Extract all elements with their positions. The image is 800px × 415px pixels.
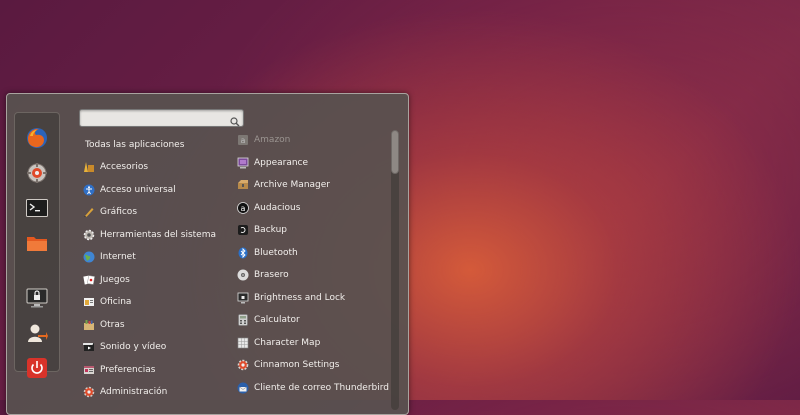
app-label: Brasero	[254, 270, 289, 281]
app-label: Character Map	[254, 337, 321, 348]
category-all[interactable]: Todas las aplicaciones	[79, 134, 229, 156]
brightness-lock-icon	[237, 292, 249, 304]
preferences-icon	[83, 364, 95, 376]
sound-video-icon	[83, 341, 95, 353]
archive-manager-icon	[237, 179, 249, 191]
category-list: Todas las aplicaciones Accesorios Acceso…	[79, 134, 229, 404]
category-label: Administración	[100, 387, 168, 398]
category-label: Herramientas del sistema	[100, 229, 217, 240]
app-label: Brightness and Lock	[254, 292, 346, 303]
category-item-oficina[interactable]: Oficina	[79, 291, 229, 314]
svg-text:a: a	[241, 136, 246, 145]
category-all-label: Todas las aplicaciones	[85, 140, 185, 150]
category-item-juegos[interactable]: Juegos	[79, 269, 229, 292]
terminal-icon	[26, 199, 48, 217]
backup-icon	[237, 224, 249, 236]
appearance-icon	[237, 157, 249, 169]
app-item-character-map[interactable]: Character Map	[233, 332, 388, 355]
scrollbar-thumb[interactable]	[391, 130, 399, 174]
app-item-cinnamon-settings[interactable]: Cinnamon Settings	[233, 354, 388, 377]
app-label: Archive Manager	[254, 180, 330, 191]
search-box[interactable]	[79, 109, 244, 127]
category-label: Accesorios	[100, 162, 149, 173]
files-icon	[27, 237, 47, 251]
accessories-icon	[83, 161, 95, 173]
app-label: Cinnamon Settings	[254, 360, 340, 371]
search-input[interactable]	[84, 110, 224, 126]
bluetooth-icon	[237, 247, 249, 259]
app-label: Backup	[254, 225, 287, 236]
universal-access-icon	[83, 184, 95, 196]
app-item-thunderbird[interactable]: Cliente de correo Thunderbird	[233, 377, 389, 400]
thunderbird-icon	[237, 382, 249, 394]
category-item-internet[interactable]: Internet	[79, 246, 229, 269]
app-label: Audacious	[254, 202, 301, 213]
app-label: Amazon	[254, 135, 291, 146]
favorite-terminal[interactable]	[22, 193, 52, 223]
graphics-icon	[83, 206, 95, 218]
app-item-amazon[interactable]: a Amazon	[233, 129, 388, 152]
favorite-firefox[interactable]	[22, 123, 52, 153]
category-item-accesorios[interactable]: Accesorios	[79, 156, 229, 179]
category-item-acceso-universal[interactable]: Acceso universal	[79, 179, 229, 202]
app-label: Bluetooth	[254, 247, 298, 258]
cinnamon-settings-icon	[237, 359, 249, 371]
office-icon	[83, 296, 95, 308]
application-menu: Todas las aplicaciones Accesorios Acceso…	[6, 93, 409, 415]
lock-screen-icon	[26, 288, 48, 308]
category-label: Oficina	[100, 297, 132, 308]
amazon-icon: a	[237, 134, 249, 146]
category-label: Gráficos	[100, 207, 138, 218]
administration-icon	[83, 386, 95, 398]
category-item-otras[interactable]: Otras	[79, 314, 229, 337]
app-item-appearance[interactable]: Appearance	[233, 152, 388, 175]
games-icon	[83, 274, 95, 286]
category-item-preferencias[interactable]: Preferencias	[79, 359, 229, 382]
category-label: Juegos	[100, 274, 130, 285]
firefox-icon	[27, 128, 47, 148]
category-item-administracion[interactable]: Administración	[79, 381, 229, 404]
power-icon	[27, 358, 47, 378]
internet-icon	[83, 251, 95, 263]
app-item-archive-manager[interactable]: Archive Manager	[233, 174, 388, 197]
app-item-brightness-and-lock[interactable]: Brightness and Lock	[233, 287, 388, 310]
logout-icon	[28, 324, 48, 342]
other-icon	[83, 319, 95, 331]
character-map-icon	[237, 337, 249, 349]
category-item-sonido-y-video[interactable]: Sonido y vídeo	[79, 336, 229, 359]
settings-icon	[27, 163, 47, 183]
app-item-bluetooth[interactable]: Bluetooth	[233, 242, 388, 265]
category-label: Acceso universal	[100, 184, 176, 195]
app-item-audacious[interactable]: a Audacious	[233, 197, 388, 220]
calculator-icon	[237, 314, 249, 327]
favorite-power[interactable]	[22, 353, 52, 383]
category-label: Preferencias	[100, 364, 156, 375]
app-item-brasero[interactable]: Brasero	[233, 264, 388, 287]
favorite-settings[interactable]	[22, 158, 52, 188]
favorite-lock-screen[interactable]	[22, 283, 52, 313]
category-label: Internet	[100, 252, 136, 263]
app-item-calculator[interactable]: Calculator	[233, 309, 388, 332]
app-label: Appearance	[254, 157, 309, 168]
app-list-scrollbar[interactable]	[391, 130, 399, 410]
brasero-icon	[237, 269, 249, 281]
category-label: Sonido y vídeo	[100, 342, 167, 353]
favorite-logout[interactable]	[22, 318, 52, 348]
category-label: Otras	[100, 319, 125, 330]
app-label: Cliente de correo Thunderbird	[254, 382, 389, 393]
favorite-files[interactable]	[22, 228, 52, 258]
app-label: Calculator	[254, 315, 300, 326]
audacious-icon: a	[237, 201, 249, 214]
system-tools-icon	[83, 229, 95, 241]
favorites-bar	[14, 112, 60, 378]
category-item-graficos[interactable]: Gráficos	[79, 201, 229, 224]
category-item-herramientas-del-sistema[interactable]: Herramientas del sistema	[79, 224, 229, 247]
app-item-backup[interactable]: Backup	[233, 219, 388, 242]
svg-text:a: a	[241, 204, 246, 213]
application-list: a Amazon Appearance Archive Manager a Au…	[233, 129, 389, 400]
